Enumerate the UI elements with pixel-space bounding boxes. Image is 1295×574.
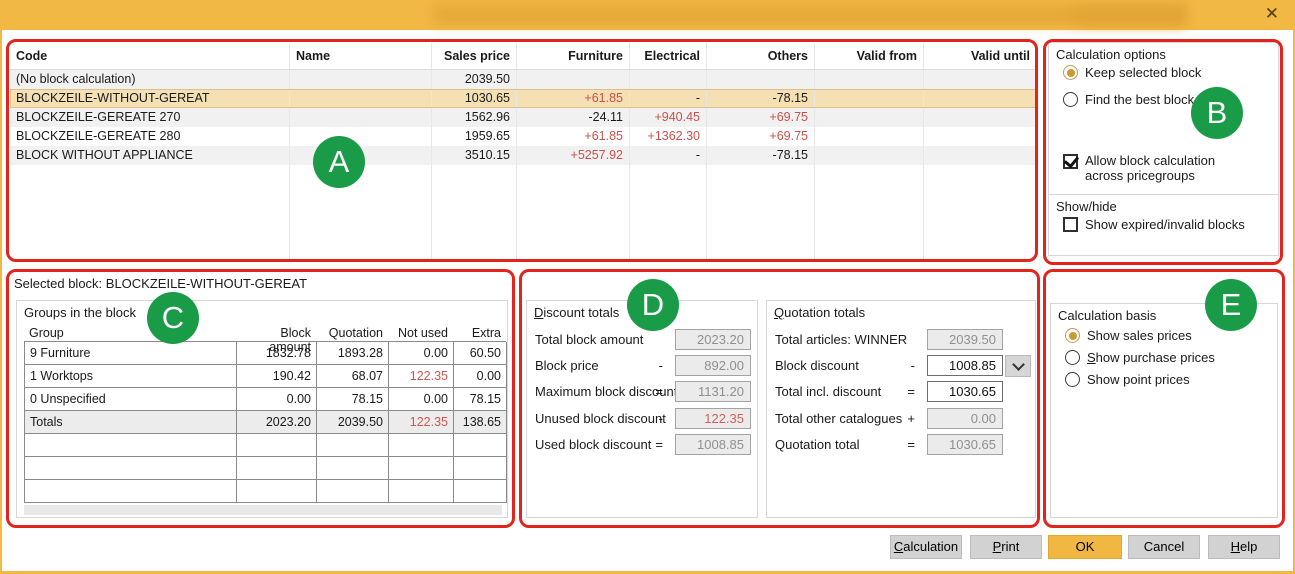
quotation-total-field: 1030.65 <box>927 434 1003 455</box>
field-label: Used block discount <box>535 437 651 452</box>
chevron-down-icon <box>1012 358 1025 371</box>
block-price-field: 892.00 <box>675 355 751 376</box>
annotation-circle-d: D <box>627 279 679 331</box>
radio-unselected-icon <box>1065 350 1080 365</box>
print-button[interactable]: Print <box>970 535 1042 559</box>
column-header-electrical[interactable]: Electrical <box>630 43 707 69</box>
column-header-valid-until[interactable]: Valid until <box>924 43 1036 69</box>
table-row[interactable]: BLOCKZEILE-GEREATE 280 1959.65 +61.85 +1… <box>10 127 1036 146</box>
block-discount-dropdown-button[interactable] <box>1005 355 1031 377</box>
checkbox-allow-block-calculation[interactable]: Allow block calculation across pricegrou… <box>1063 153 1215 183</box>
radio-show-purchase-prices[interactable]: Show purchase prices <box>1065 350 1215 365</box>
show-hide-title: Show/hide <box>1056 199 1117 214</box>
annotation-circle-e: E <box>1205 279 1257 331</box>
horizontal-scrollbar[interactable] <box>24 505 502 515</box>
block-list-table: Code Name Sales price Furniture Electric… <box>10 43 1036 259</box>
annotation-circle-a: A <box>313 136 365 188</box>
ok-button[interactable]: OK <box>1048 535 1122 559</box>
radio-keep-selected-block[interactable]: Keep selected block <box>1063 65 1201 80</box>
column-header-code[interactable]: Code <box>10 43 290 69</box>
radio-show-sales-prices[interactable]: Show sales prices <box>1065 328 1192 343</box>
quotation-totals-group: Quotation totals Total articles: WINNER … <box>766 300 1036 518</box>
column-header-others[interactable]: Others <box>707 43 815 69</box>
column-header-name[interactable]: Name <box>290 43 432 69</box>
column-header-valid-from[interactable]: Valid from <box>815 43 924 69</box>
groups-totals-row: Totals 2023.20 2039.50 122.35 138.65 <box>25 411 506 434</box>
calculation-options-group: Calculation options Keep selected block … <box>1048 42 1279 195</box>
window-title-redacted-2 <box>1075 6 1185 24</box>
radio-find-best-block[interactable]: Find the best block <box>1063 92 1194 107</box>
calculation-basis-title: Calculation basis <box>1058 308 1156 323</box>
show-hide-group: Show/hide Show expired/invalid blocks <box>1048 194 1279 256</box>
table-row[interactable]: BLOCK WITHOUT APPLIANCE 3510.15 +5257.92… <box>10 146 1036 165</box>
radio-show-point-prices[interactable]: Show point prices <box>1065 372 1190 387</box>
field-label: Total block amount <box>535 332 643 347</box>
calculation-button[interactable]: Calculation <box>890 535 962 559</box>
maximum-block-discount-field: 1131.20 <box>675 381 751 402</box>
discount-totals-title: Discount totals <box>534 305 619 320</box>
total-block-amount-field: 2023.20 <box>675 329 751 350</box>
help-button[interactable]: Help <box>1208 535 1280 559</box>
field-label: Total articles: WINNER <box>775 332 907 347</box>
table-row-selected[interactable]: BLOCKZEILE-WITHOUT-GEREAT 1030.65 +61.85… <box>10 89 1036 108</box>
block-table-header: Code Name Sales price Furniture Electric… <box>10 43 1036 70</box>
field-label: Block discount <box>775 358 859 373</box>
total-incl-discount-field[interactable]: 1030.65 <box>927 381 1003 402</box>
annotation-circle-b: B <box>1191 87 1243 139</box>
checkbox-checked-icon <box>1063 154 1078 169</box>
selected-block-label: Selected block: BLOCKZEILE-WITHOUT-GEREA… <box>14 276 307 291</box>
column-header-sales-price[interactable]: Sales price <box>432 43 517 69</box>
groups-row[interactable]: 9 Furniture 1832.78 1893.28 0.00 60.50 <box>25 342 506 365</box>
cancel-button[interactable]: Cancel <box>1128 535 1200 559</box>
quotation-totals-title: Quotation totals <box>774 305 865 320</box>
groups-empty-row <box>25 434 506 457</box>
field-label: Total incl. discount <box>775 384 881 399</box>
checkbox-unchecked-icon <box>1063 217 1078 232</box>
radio-selected-icon <box>1065 328 1080 343</box>
field-label: Block price <box>535 358 599 373</box>
field-label: Quotation total <box>775 437 860 452</box>
field-label: Total other catalogues <box>775 411 902 426</box>
discount-totals-group: Discount totals Total block amount 2023.… <box>526 300 758 518</box>
used-block-discount-field: 1008.85 <box>675 434 751 455</box>
total-other-catalogues-field: 0.00 <box>927 408 1003 429</box>
window-title-redacted <box>432 5 1187 25</box>
checkbox-show-expired-blocks[interactable]: Show expired/invalid blocks <box>1063 217 1245 232</box>
total-articles-field: 2039.50 <box>927 329 1003 350</box>
table-row[interactable]: (No block calculation) 2039.50 <box>10 70 1036 89</box>
column-header-furniture[interactable]: Furniture <box>517 43 630 69</box>
block-calculation-dialog: ✕ Code Name Sales price Furniture Electr… <box>0 0 1295 574</box>
groups-row[interactable]: 0 Unspecified 0.00 78.15 0.00 78.15 <box>25 388 506 411</box>
calculation-basis-group: Calculation basis Show sales prices Show… <box>1050 303 1278 518</box>
title-bar: ✕ <box>0 0 1295 30</box>
groups-table: 9 Furniture 1832.78 1893.28 0.00 60.50 1… <box>24 341 506 503</box>
radio-selected-icon <box>1063 65 1078 80</box>
calculation-options-title: Calculation options <box>1056 47 1166 62</box>
table-empty-area <box>10 165 1036 259</box>
groups-in-block-group: Groups in the block Group Block amount Q… <box>16 300 508 518</box>
field-label: Unused block discount <box>535 411 666 426</box>
groups-empty-row <box>25 480 506 503</box>
groups-in-block-title: Groups in the block <box>24 305 136 320</box>
radio-unselected-icon <box>1063 92 1078 107</box>
radio-unselected-icon <box>1065 372 1080 387</box>
groups-row[interactable]: 1 Worktops 190.42 68.07 122.35 0.00 <box>25 365 506 388</box>
groups-empty-row <box>25 457 506 480</box>
block-discount-field[interactable]: 1008.85 <box>927 355 1003 376</box>
annotation-circle-c: C <box>147 292 199 344</box>
unused-block-discount-field: 122.35 <box>675 408 751 429</box>
table-row[interactable]: BLOCKZEILE-GEREATE 270 1562.96 -24.11 +9… <box>10 108 1036 127</box>
close-icon[interactable]: ✕ <box>1265 4 1279 24</box>
